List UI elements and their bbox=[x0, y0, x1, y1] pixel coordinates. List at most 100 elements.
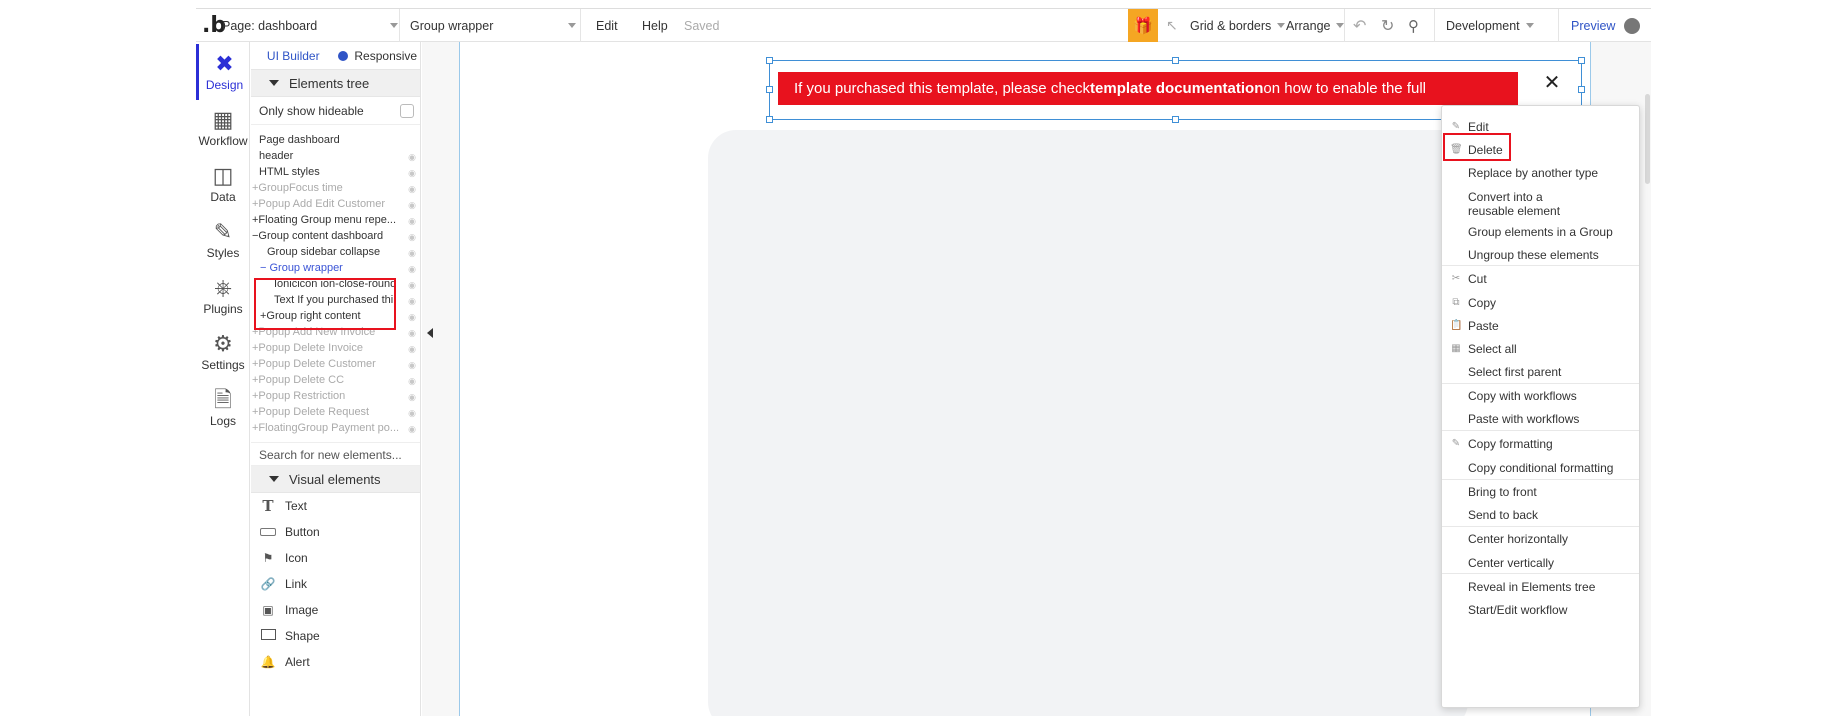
tree-item[interactable]: +Popup Delete Request ◉ bbox=[251, 404, 420, 420]
eye-icon[interactable]: ◉ bbox=[408, 373, 416, 388]
menu-item-paste-with-workflows[interactable]: Paste with workflows bbox=[1442, 412, 1639, 426]
canvas-scrollbar[interactable] bbox=[1645, 94, 1650, 184]
menu-item-cut[interactable]: ✂ Cut bbox=[1442, 272, 1639, 286]
tree-item[interactable]: +Floating Group menu repe... ◉ bbox=[251, 212, 420, 228]
account-icon[interactable] bbox=[1624, 9, 1640, 42]
gift-icon[interactable]: 🎁 bbox=[1128, 9, 1158, 42]
tree-item[interactable]: header ◉ bbox=[251, 148, 420, 164]
template-notice-banner[interactable]: If you purchased this template, please c… bbox=[778, 72, 1518, 105]
eye-icon[interactable]: ◉ bbox=[408, 181, 416, 196]
menu-item-reveal-in-tree[interactable]: Reveal in Elements tree bbox=[1442, 580, 1639, 594]
tree-item-group-wrapper[interactable]: − Group wrapper ◉ bbox=[251, 260, 420, 276]
tree-item[interactable]: +GroupFocus time ◉ bbox=[251, 180, 420, 196]
resize-handle[interactable] bbox=[766, 57, 773, 64]
close-icon[interactable]: ✕ bbox=[1542, 72, 1562, 94]
eye-icon[interactable]: ◉ bbox=[408, 229, 416, 244]
eye-icon[interactable]: ◉ bbox=[408, 245, 416, 260]
elements-tree-header[interactable]: Elements tree bbox=[251, 70, 420, 97]
element-selector-chevron[interactable] bbox=[562, 9, 576, 42]
visual-element-image[interactable]: ▣ Image bbox=[251, 597, 420, 623]
tab-ui-builder[interactable]: UI Builder bbox=[251, 42, 336, 69]
group-right-content-card[interactable] bbox=[708, 130, 1468, 716]
eye-icon[interactable]: ◉ bbox=[408, 261, 416, 276]
tree-item[interactable]: HTML styles ◉ bbox=[251, 164, 420, 180]
eye-icon[interactable]: ◉ bbox=[408, 405, 416, 420]
menu-item-copy-with-workflows[interactable]: Copy with workflows bbox=[1442, 389, 1639, 403]
edit-menu[interactable]: Edit bbox=[596, 9, 618, 42]
eye-icon[interactable]: ◉ bbox=[408, 357, 416, 372]
eye-icon[interactable]: ◉ bbox=[408, 325, 416, 340]
visual-element-text[interactable]: T Text bbox=[251, 493, 420, 519]
only-show-hideable-checkbox[interactable] bbox=[400, 103, 414, 118]
tab-responsive[interactable]: Responsive bbox=[336, 42, 421, 69]
eye-icon[interactable]: ◉ bbox=[408, 149, 416, 164]
nav-plugins[interactable]: ⎈ Plugins bbox=[196, 268, 250, 324]
menu-item-convert-reusable[interactable]: Convert into a reusable element bbox=[1442, 190, 1582, 218]
eye-icon[interactable]: ◉ bbox=[408, 389, 416, 404]
page-canvas[interactable]: If you purchased this template, please c… bbox=[459, 42, 1591, 716]
help-menu[interactable]: Help bbox=[642, 9, 668, 42]
eye-icon[interactable]: ◉ bbox=[408, 341, 416, 356]
menu-item-copy[interactable]: ⧉ Copy bbox=[1442, 296, 1639, 310]
menu-item-center-vertically[interactable]: Center vertically bbox=[1442, 556, 1639, 570]
collapse-panel-icon[interactable] bbox=[427, 328, 433, 338]
resize-handle[interactable] bbox=[1172, 116, 1179, 123]
resize-handle[interactable] bbox=[1578, 86, 1585, 93]
page-selector[interactable]: Page: dashboard bbox=[222, 9, 317, 42]
preview-button[interactable]: Preview bbox=[1571, 9, 1615, 42]
search-icon[interactable]: ⚲ bbox=[1408, 9, 1419, 42]
pointer-icon[interactable]: ↖ bbox=[1166, 9, 1178, 42]
eye-icon[interactable]: ◉ bbox=[408, 165, 416, 180]
nav-logs[interactable]: 🗎 Logs bbox=[196, 380, 250, 436]
menu-item-send-to-back[interactable]: Send to back bbox=[1442, 508, 1639, 522]
visual-element-link[interactable]: 🔗 Link bbox=[251, 571, 420, 597]
grid-borders-menu[interactable]: Grid & borders bbox=[1190, 9, 1286, 42]
menu-item-group-elements[interactable]: Group elements in a Group bbox=[1442, 225, 1639, 239]
nav-design[interactable]: ✖ Design bbox=[196, 44, 250, 100]
redo-icon[interactable]: ↻ bbox=[1381, 9, 1394, 42]
menu-item-select-first-parent[interactable]: Select first parent bbox=[1442, 365, 1639, 379]
eye-icon[interactable]: ◉ bbox=[408, 293, 416, 308]
menu-item-center-horizontally[interactable]: Center horizontally bbox=[1442, 532, 1639, 546]
resize-handle[interactable] bbox=[1172, 57, 1179, 64]
visual-elements-header[interactable]: Visual elements bbox=[251, 466, 420, 493]
eye-icon[interactable]: ◉ bbox=[408, 277, 416, 292]
nav-data[interactable]: ◫ Data bbox=[196, 156, 250, 212]
environment-selector[interactable]: Development bbox=[1446, 9, 1534, 42]
eye-icon[interactable]: ◉ bbox=[408, 197, 416, 212]
resize-handle[interactable] bbox=[766, 86, 773, 93]
tree-item[interactable]: +Popup Delete Customer ◉ bbox=[251, 356, 420, 372]
tree-item[interactable]: Group sidebar collapse ◉ bbox=[251, 244, 420, 260]
nav-workflow[interactable]: ▦ Workflow bbox=[196, 100, 250, 156]
visual-element-icon[interactable]: ⚑ Icon bbox=[251, 545, 420, 571]
resize-handle[interactable] bbox=[766, 116, 773, 123]
tree-item[interactable]: +Popup Add Edit Customer ◉ bbox=[251, 196, 420, 212]
tree-item[interactable]: −Group content dashboard ◉ bbox=[251, 228, 420, 244]
resize-handle[interactable] bbox=[1578, 57, 1585, 64]
arrange-menu[interactable]: Arrange bbox=[1286, 9, 1345, 42]
nav-settings[interactable]: ⚙ Settings bbox=[196, 324, 250, 380]
tree-item[interactable]: +Popup Delete CC ◉ bbox=[251, 372, 420, 388]
menu-item-ungroup[interactable]: Ungroup these elements bbox=[1442, 248, 1639, 262]
eye-icon[interactable]: ◉ bbox=[408, 309, 416, 324]
menu-item-copy-formatting[interactable]: ✎ Copy formatting bbox=[1442, 437, 1639, 451]
menu-item-start-edit-workflow[interactable]: Start/Edit workflow bbox=[1442, 603, 1639, 617]
menu-item-bring-to-front[interactable]: Bring to front bbox=[1442, 485, 1639, 499]
eye-icon[interactable]: ◉ bbox=[408, 213, 416, 228]
visual-element-alert[interactable]: 🔔 Alert bbox=[251, 649, 420, 675]
eye-icon[interactable]: ◉ bbox=[408, 421, 416, 436]
menu-item-replace[interactable]: Replace by another type bbox=[1442, 166, 1639, 180]
nav-styles[interactable]: ✎ Styles bbox=[196, 212, 250, 268]
visual-element-button[interactable]: Button bbox=[251, 519, 420, 545]
page-selector-chevron[interactable] bbox=[384, 9, 398, 42]
tree-item[interactable]: +Popup Restriction ◉ bbox=[251, 388, 420, 404]
tree-item[interactable]: +FloatingGroup Payment po... ◉ bbox=[251, 420, 420, 436]
visual-element-shape[interactable]: Shape bbox=[251, 623, 420, 649]
element-search-input[interactable]: Search for new elements... bbox=[251, 442, 420, 466]
menu-item-copy-conditional-formatting[interactable]: Copy conditional formatting bbox=[1442, 461, 1639, 475]
menu-item-edit[interactable]: ✎ Edit bbox=[1442, 120, 1639, 134]
undo-icon[interactable]: ↶ bbox=[1353, 9, 1366, 42]
tree-item-page-dashboard[interactable]: Page dashboard bbox=[251, 132, 420, 148]
menu-item-paste[interactable]: 📋 Paste bbox=[1442, 319, 1639, 333]
menu-item-select-all[interactable]: ▦ Select all bbox=[1442, 342, 1639, 356]
